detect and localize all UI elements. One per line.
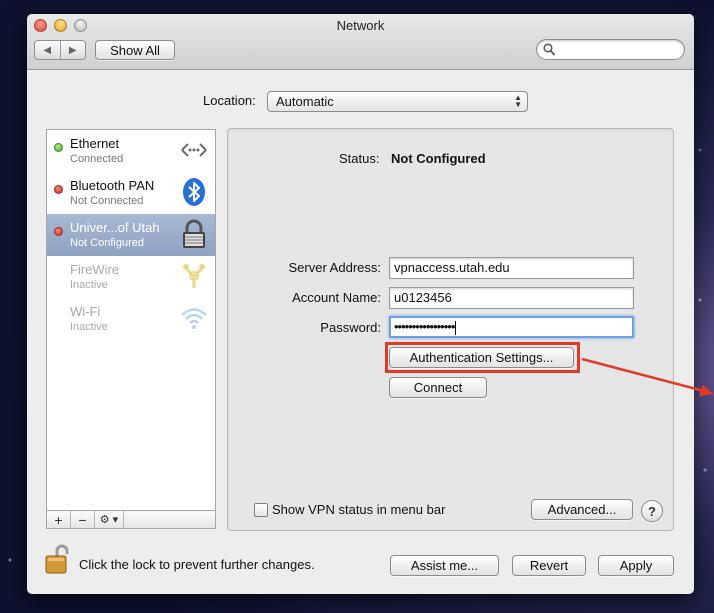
service-status: Inactive: [70, 321, 108, 333]
wifi-icon: [181, 308, 207, 329]
password-mask: •••••••••••••••••: [394, 319, 455, 334]
status-dot-red: [54, 185, 63, 194]
service-status: Inactive: [70, 279, 108, 291]
service-name: Wi-Fi: [70, 304, 101, 319]
apply-button[interactable]: Apply: [598, 555, 674, 576]
service-name: Bluetooth PAN: [70, 178, 155, 193]
show-vpn-status-checkbox[interactable]: [254, 503, 268, 517]
add-service-button[interactable]: +: [47, 511, 71, 528]
show-all-button[interactable]: Show All: [95, 40, 175, 60]
back-button[interactable]: ◀: [35, 41, 60, 59]
status-label: Status:: [339, 151, 380, 166]
firewire-icon: [183, 264, 205, 288]
gear-menu-button[interactable]: ⚙ ▾: [95, 511, 124, 528]
password-field[interactable]: •••••••••••••••••: [389, 316, 634, 338]
connect-button[interactable]: Connect: [389, 377, 487, 398]
ethernet-icon: [181, 143, 207, 157]
password-label: Password:: [320, 320, 381, 335]
revert-button[interactable]: Revert: [512, 555, 586, 576]
gear-icon: ⚙ ▾: [99, 514, 119, 526]
titlebar: Network ◀ ▶ Show All: [27, 14, 694, 70]
location-popup[interactable]: Automatic ▲ ▼: [267, 91, 528, 112]
vpn-detail-panel: Status: Not Configured Server Address: v…: [227, 128, 674, 531]
authentication-settings-button[interactable]: Authentication Settings...: [389, 347, 574, 368]
assist-me-button[interactable]: Assist me...: [390, 555, 499, 576]
service-list-toolbar: + − ⚙ ▾: [46, 510, 216, 529]
service-status: Not Configured: [70, 237, 144, 249]
lock-icon[interactable]: [44, 544, 70, 574]
search-icon: [543, 43, 555, 56]
search-input[interactable]: [536, 39, 685, 60]
status-dot-red: [54, 227, 63, 236]
server-address-label: Server Address:: [288, 260, 382, 275]
bluetooth-icon: [183, 178, 205, 206]
back-arrow-icon: ◀: [43, 44, 52, 56]
account-name-label: Account Name:: [292, 290, 381, 305]
advanced-button[interactable]: Advanced...: [531, 499, 633, 520]
help-button[interactable]: ?: [641, 500, 663, 522]
vpn-lock-icon: [183, 219, 205, 248]
service-item-ethernet[interactable]: Ethernet Connected: [47, 130, 215, 172]
remove-service-button[interactable]: −: [71, 511, 95, 528]
forward-arrow-icon: ▶: [68, 44, 77, 56]
service-item-firewire[interactable]: FireWire Inactive: [47, 256, 215, 298]
server-address-field[interactable]: vpnaccess.utah.edu: [389, 257, 634, 279]
location-label: Location:: [203, 93, 256, 108]
service-status: Not Connected: [70, 195, 144, 207]
status-value: Not Configured: [391, 151, 486, 166]
forward-button[interactable]: ▶: [59, 41, 86, 59]
service-item-bluetooth-pan[interactable]: Bluetooth PAN Not Connected: [47, 172, 215, 214]
service-item-wifi[interactable]: Wi-Fi Inactive: [47, 298, 215, 340]
service-status: Connected: [70, 153, 124, 165]
service-list: Ethernet Connected Bluetooth PAN Not Con…: [46, 129, 216, 529]
service-name: FireWire: [70, 262, 120, 277]
window-title: Network: [336, 18, 385, 33]
location-value: Automatic: [276, 94, 334, 109]
account-name-field[interactable]: u0123456: [389, 287, 634, 309]
lock-message: Click the lock to prevent further change…: [79, 557, 315, 572]
popup-arrows-icon: ▲ ▼: [514, 93, 522, 109]
service-name: Ethernet: [70, 136, 120, 151]
show-vpn-status-label: Show VPN status in menu bar: [272, 502, 446, 517]
status-dot-green: [54, 143, 63, 152]
network-preferences-window: Network ◀ ▶ Show All Location: Automatic…: [27, 14, 694, 594]
back-forward-control: ◀ ▶: [34, 40, 86, 60]
text-caret: [455, 320, 457, 335]
service-item-university-of-utah[interactable]: Univer...of Utah Not Configured: [47, 214, 215, 256]
service-name: Univer...of Utah: [70, 220, 160, 235]
